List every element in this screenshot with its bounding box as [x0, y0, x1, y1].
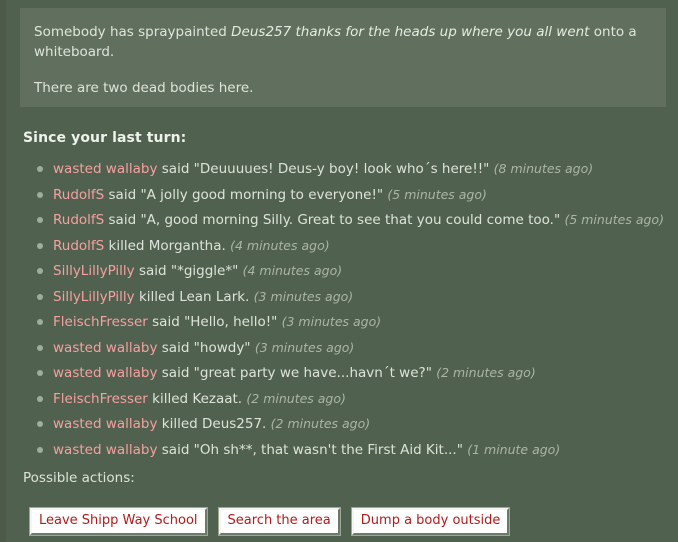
list-item: RudolfS said "A, good morning Silly. Gre… [37, 209, 678, 232]
event-text: said "*giggle*" [134, 263, 243, 279]
list-item: wasted wallaby said "Oh sh**, that wasn'… [37, 439, 678, 462]
event-text: killed Morgantha. [104, 237, 231, 254]
event-username[interactable]: RudolfS [53, 187, 104, 203]
leave-building-button[interactable]: Leave Shipp Way School [29, 507, 208, 536]
location-description-box: Somebody has spraypainted Deus257 thanks… [20, 8, 666, 107]
list-item: RudolfS killed Morgantha. (4 minutes ago… [37, 235, 678, 258]
event-username[interactable]: wasted wallaby [53, 161, 157, 177]
event-username[interactable]: SillyLillyPilly [53, 263, 135, 279]
spraypaint-message: Deus257 thanks for the heads up where yo… [231, 24, 590, 40]
list-item: wasted wallaby killed Deus257. (2 minute… [37, 413, 678, 436]
event-log-list: wasted wallaby said "Deuuuues! Deus-y bo… [23, 158, 678, 464]
event-username[interactable]: FleischFresser [53, 391, 148, 407]
list-item: wasted wallaby said "howdy" (3 minutes a… [37, 337, 678, 360]
action-buttons-row: Leave Shipp Way School Search the area D… [29, 507, 511, 536]
event-timestamp: (2 minutes ago) [270, 416, 371, 431]
since-last-turn-heading: Since your last turn: [23, 130, 187, 146]
spraypaint-prefix: Somebody has spraypainted [34, 24, 232, 40]
event-timestamp: (3 minutes ago) [253, 288, 354, 304]
game-page: Somebody has spraypainted Deus257 thanks… [6, 0, 678, 542]
list-item: RudolfS said "A jolly good morning to ev… [37, 184, 678, 207]
event-timestamp: (3 minutes ago) [281, 314, 382, 329]
list-item: wasted wallaby said "Deuuuues! Deus-y bo… [37, 158, 678, 181]
event-text: said "Oh sh**, that wasn't the First Aid… [157, 441, 468, 458]
event-text: killed Deus257. [157, 416, 271, 432]
event-text: killed Kezaat. [147, 390, 247, 407]
event-username[interactable]: SillyLillyPilly [53, 289, 135, 305]
event-username[interactable]: wasted wallaby [53, 416, 157, 432]
event-timestamp: (4 minutes ago) [242, 263, 343, 278]
event-username[interactable]: RudolfS [53, 212, 104, 228]
list-item: FleischFresser killed Kezaat. (2 minutes… [37, 388, 678, 411]
event-timestamp: (8 minutes ago) [493, 161, 594, 176]
event-text: said "A, good morning Silly. Great to se… [104, 212, 565, 228]
event-timestamp: (1 minute ago) [467, 441, 561, 457]
event-username[interactable]: FleischFresser [53, 314, 148, 330]
event-text: said "Deuuuues! Deus-y boy! look who´s h… [157, 161, 494, 177]
event-text: said "Hello, hello!" [147, 314, 282, 330]
event-username[interactable]: RudolfS [53, 238, 104, 254]
dump-body-button[interactable]: Dump a body outside [350, 507, 511, 536]
list-item: SillyLillyPilly killed Lean Lark. (3 min… [37, 286, 678, 309]
event-text: said "A jolly good morning to everyone!" [104, 186, 388, 203]
list-item: FleischFresser said "Hello, hello!" (3 m… [37, 311, 678, 334]
possible-actions-heading: Possible actions: [23, 470, 135, 486]
dead-bodies-description: There are two dead bodies here. [34, 80, 254, 96]
event-timestamp: (5 minutes ago) [387, 186, 487, 202]
event-username[interactable]: wasted wallaby [53, 365, 157, 381]
list-item: SillyLillyPilly said "*giggle*" (4 minut… [37, 260, 678, 283]
list-item: wasted wallaby said "great party we have… [37, 362, 678, 385]
event-timestamp: (3 minutes ago) [254, 339, 355, 355]
event-text: killed Lean Lark. [134, 288, 254, 305]
event-username[interactable]: wasted wallaby [53, 340, 157, 356]
event-timestamp: (4 minutes ago) [230, 237, 330, 253]
search-area-button[interactable]: Search the area [217, 507, 341, 536]
event-timestamp: (5 minutes ago) [564, 212, 664, 227]
event-text: said "howdy" [157, 339, 255, 356]
event-timestamp: (2 minutes ago) [436, 365, 536, 380]
event-timestamp: (2 minutes ago) [246, 390, 346, 406]
event-text: said "great party we have...havn´t we?" [157, 365, 437, 381]
event-username[interactable]: wasted wallaby [53, 442, 157, 458]
spraypaint-description: Somebody has spraypainted Deus257 thanks… [34, 22, 652, 62]
